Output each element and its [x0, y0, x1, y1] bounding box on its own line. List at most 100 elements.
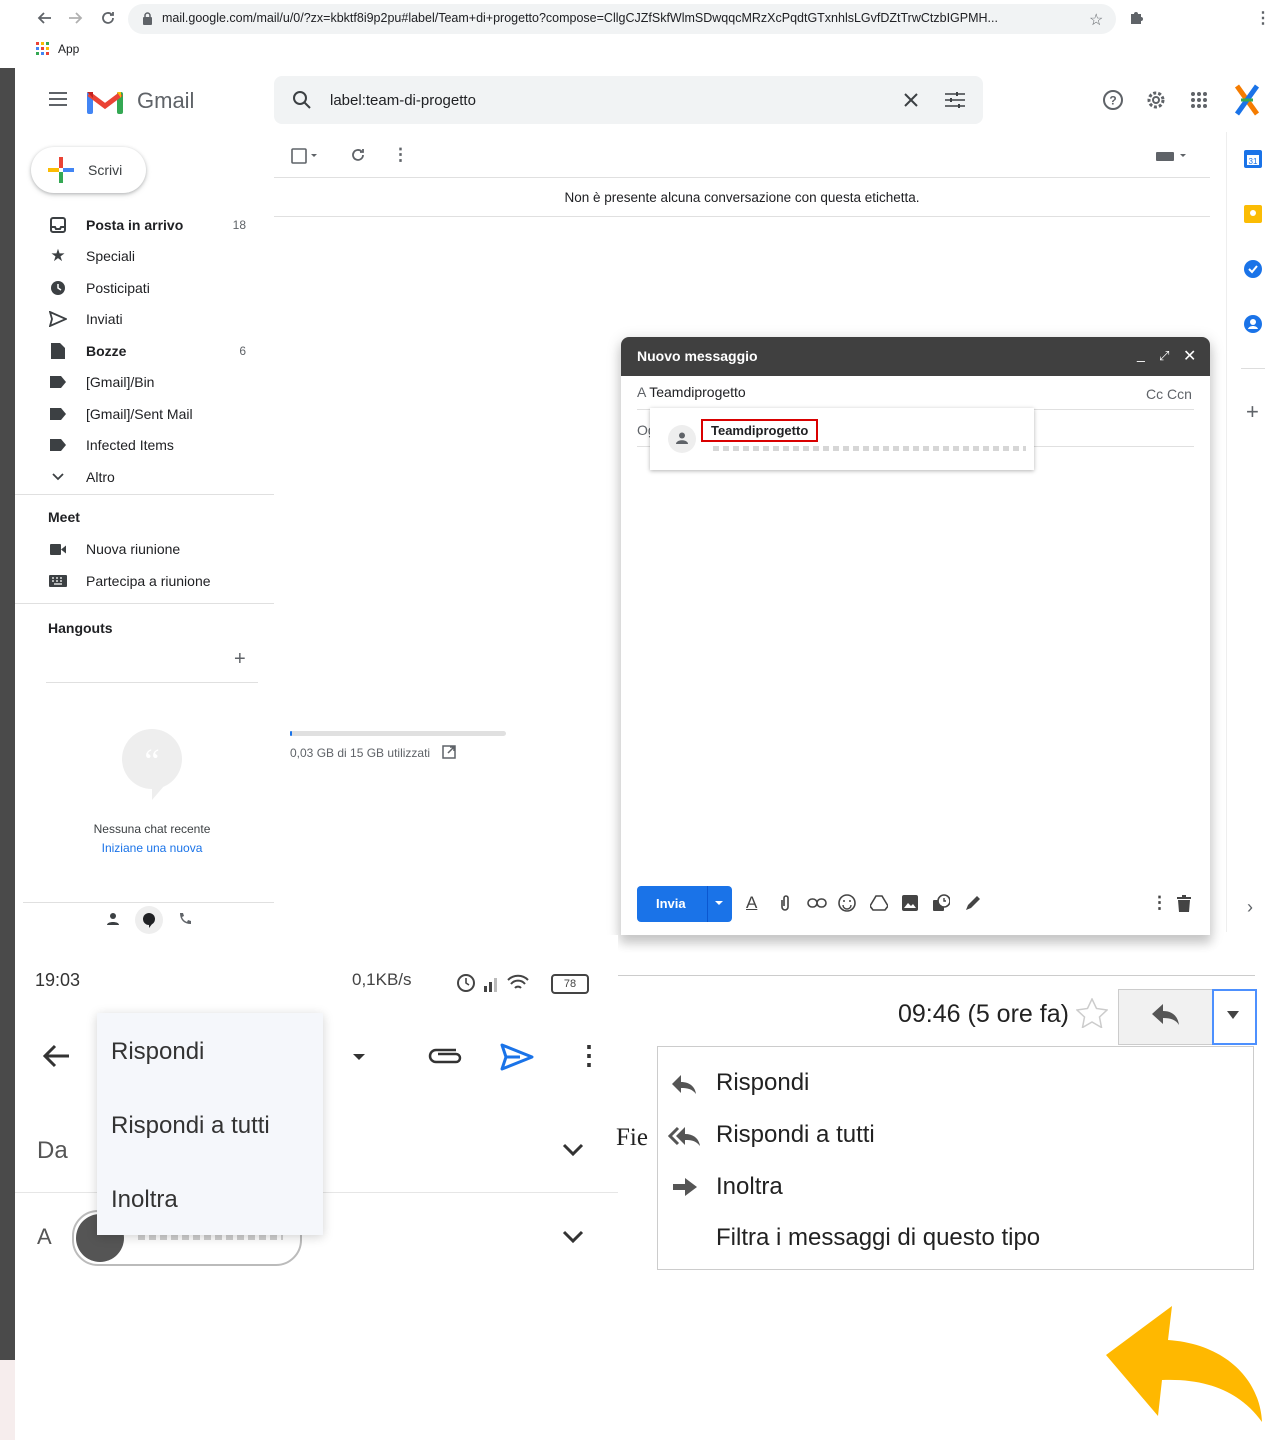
desktop-menu-reply[interactable]: Rispondi — [716, 1069, 809, 1097]
sidebar-item-label: Altro — [86, 469, 115, 485]
sidebar-item-drafts[interactable]: Bozze 6 — [46, 336, 256, 366]
unread-count: 18 — [232, 218, 246, 232]
input-tools-keyboard-icon[interactable] — [1156, 150, 1188, 162]
photo-icon[interactable] — [902, 895, 918, 911]
tasks-icon[interactable] — [1244, 260, 1262, 278]
clock-icon — [46, 280, 70, 296]
search-icon[interactable] — [292, 90, 312, 110]
drive-icon[interactable] — [870, 895, 888, 911]
mobile-attach-icon[interactable] — [428, 1048, 462, 1066]
mobile-to-chevron-icon[interactable] — [562, 1230, 584, 1244]
keep-icon[interactable] — [1244, 205, 1262, 223]
attach-icon[interactable] — [779, 894, 791, 912]
mobile-send-icon[interactable] — [500, 1043, 534, 1071]
add-hangout-icon[interactable]: + — [234, 648, 246, 671]
reply-all-icon — [668, 1126, 702, 1146]
forward-nav-icon[interactable] — [64, 6, 88, 30]
clear-search-icon[interactable] — [903, 92, 919, 108]
sidebar-item-snoozed[interactable]: Posticipati — [46, 273, 256, 303]
settings-gear-icon[interactable] — [1145, 89, 1167, 111]
search-input[interactable]: label:team-di-progetto — [330, 92, 476, 109]
mobile-status-time: 19:03 — [35, 970, 81, 990]
reload-icon[interactable] — [96, 6, 120, 30]
mobile-back-arrow-icon[interactable] — [42, 1043, 70, 1069]
sidebar-item-infected[interactable]: Infected Items — [46, 430, 256, 460]
to-prefix: A — [637, 384, 646, 400]
compose-button[interactable]: Scrivi — [31, 147, 146, 193]
mobile-menu-reply-all[interactable]: Rispondi a tutti — [111, 1112, 270, 1140]
sidebar-item-inbox[interactable]: Posta in arrivo 18 — [46, 210, 256, 240]
mobile-menu-forward[interactable]: Inoltra — [111, 1186, 178, 1214]
help-icon[interactable]: ? — [1102, 89, 1124, 111]
compose-more-options-icon[interactable]: ⋮ — [1151, 893, 1168, 913]
signature-pen-icon[interactable] — [964, 894, 982, 912]
minimize-icon[interactable]: _ — [1137, 346, 1145, 362]
sidebar-item-more[interactable]: Altro — [46, 462, 256, 492]
contacts-icon[interactable] — [1244, 315, 1262, 333]
discard-trash-icon[interactable] — [1177, 895, 1191, 912]
browser-menu-icon[interactable]: ⋮ — [1255, 8, 1271, 28]
apps-bookmark[interactable]: App — [36, 42, 79, 56]
gmail-title: Gmail — [137, 88, 195, 113]
svg-text:?: ? — [1109, 94, 1116, 108]
mobile-dropdown-chevron-icon[interactable] — [352, 1052, 366, 1062]
account-logo-icon[interactable] — [1233, 84, 1261, 116]
side-panel-divider — [1241, 368, 1265, 369]
cc-bcc-link[interactable]: Cc Ccn — [1146, 386, 1192, 402]
desktop-star-icon[interactable] — [1076, 998, 1108, 1028]
video-icon — [46, 543, 70, 555]
sidebar-item-label: Bozze — [86, 343, 127, 359]
refresh-icon[interactable] — [350, 147, 366, 163]
star-icon: ★ — [50, 246, 66, 265]
send-divider — [707, 886, 708, 922]
gmail-logo-icon[interactable] — [87, 88, 123, 114]
formatting-icon[interactable]: A — [746, 893, 757, 913]
sidebar-item-sent-mail[interactable]: [Gmail]/Sent Mail — [46, 399, 256, 429]
sidebar-item-sent[interactable]: Inviati — [46, 304, 256, 334]
apps-grid-icon — [36, 42, 50, 56]
confidential-mode-icon[interactable] — [932, 894, 950, 912]
mobile-more-icon[interactable]: ⋮ — [576, 1040, 602, 1071]
link-icon[interactable] — [807, 897, 827, 909]
url-text[interactable]: mail.google.com/mail/u/0/?zx=kbktf8i9p2p… — [162, 11, 1082, 25]
bookmark-star-icon[interactable]: ☆ — [1089, 10, 1103, 30]
storage-usage-bar — [290, 731, 506, 736]
mobile-network-speed: 0,1KB/s — [352, 970, 412, 989]
more-options-icon[interactable]: ⋮ — [392, 145, 409, 165]
close-compose-icon[interactable]: ✕ — [1183, 346, 1196, 366]
inbox-icon — [46, 217, 70, 233]
desktop-menu-reply-all[interactable]: Rispondi a tutti — [716, 1121, 875, 1149]
main-menu-icon[interactable] — [49, 92, 67, 106]
add-addon-icon[interactable]: + — [1246, 399, 1259, 425]
select-all-checkbox[interactable] — [291, 148, 317, 164]
emoji-icon[interactable] — [838, 894, 856, 912]
meet-join-meeting[interactable]: Partecipa a riunione — [46, 566, 256, 596]
send-options-chevron-icon[interactable] — [714, 899, 724, 907]
svg-text:“: “ — [144, 743, 159, 780]
to-value[interactable]: Teamdiprogetto — [649, 384, 746, 400]
google-apps-icon[interactable] — [1190, 91, 1208, 109]
keyboard-icon — [46, 575, 70, 587]
label-icon — [46, 376, 70, 388]
sidebar-item-bin[interactable]: [Gmail]/Bin — [46, 367, 256, 397]
contacts-person-icon[interactable] — [106, 912, 120, 926]
large-reply-arrow-icon — [1100, 1300, 1270, 1425]
sidebar-item-starred[interactable]: ★ Speciali — [46, 241, 256, 271]
back-icon[interactable] — [32, 6, 56, 30]
mobile-from-chevron-icon[interactable] — [562, 1143, 584, 1157]
search-options-icon[interactable] — [945, 91, 965, 109]
mobile-menu-reply[interactable]: Rispondi — [111, 1038, 204, 1066]
desktop-menu-forward[interactable]: Inoltra — [716, 1173, 783, 1201]
phone-icon[interactable] — [178, 912, 192, 926]
hangouts-title: Hangouts — [48, 620, 113, 636]
start-chat-link[interactable]: Iniziane una nuova — [15, 841, 289, 855]
expand-panel-chevron-icon[interactable]: › — [1247, 897, 1253, 918]
to-field[interactable]: A Teamdiprogetto — [637, 384, 746, 400]
fullscreen-icon[interactable]: ⤢ — [1159, 348, 1169, 364]
extension-icon[interactable] — [1129, 10, 1143, 24]
open-external-icon[interactable] — [442, 745, 456, 759]
calendar-icon[interactable]: 31 — [1244, 150, 1262, 168]
sidebar-item-label: Posta in arrivo — [86, 217, 184, 233]
desktop-menu-filter[interactable]: Filtra i messaggi di questo tipo — [716, 1224, 1040, 1252]
meet-new-meeting[interactable]: Nuova riunione — [46, 534, 256, 564]
